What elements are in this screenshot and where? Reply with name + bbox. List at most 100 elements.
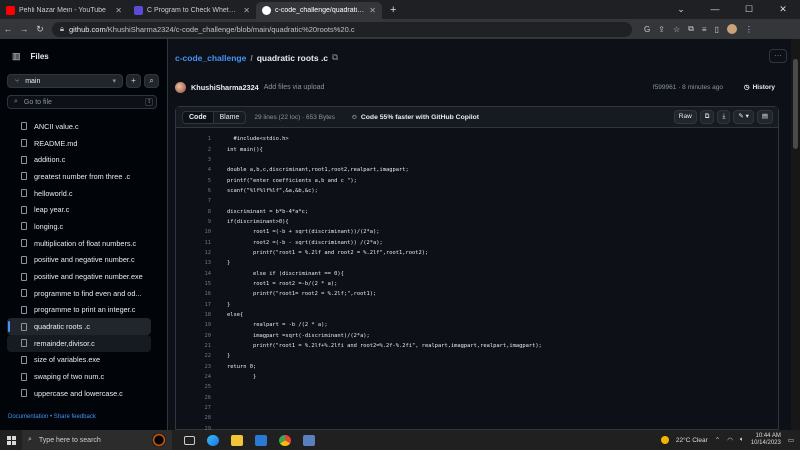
close-window-icon[interactable]: ✕ bbox=[766, 0, 800, 19]
volume-icon[interactable]: 🔈︎ bbox=[740, 436, 744, 444]
line-number[interactable]: 13 bbox=[176, 260, 212, 266]
line-number[interactable]: 7 bbox=[176, 198, 211, 204]
browser-tab-youtube[interactable]: Pehli Nazar Mein - YouTube ✕ bbox=[0, 2, 128, 19]
line-number[interactable]: 22 bbox=[176, 353, 212, 359]
file-tree-item[interactable]: addition.c bbox=[7, 151, 151, 168]
symbols-panel-icon[interactable]: ▤ bbox=[756, 110, 773, 124]
file-tree-item[interactable]: README.md bbox=[7, 135, 151, 152]
reload-icon[interactable]: ↻ bbox=[32, 24, 48, 35]
minimize-icon[interactable]: — bbox=[698, 0, 732, 19]
line-number[interactable]: 27 bbox=[176, 405, 212, 411]
line-number[interactable]: 5 bbox=[176, 178, 211, 184]
line-number[interactable]: 19 bbox=[176, 322, 212, 328]
file-tree-item[interactable]: ANCII value.c bbox=[7, 118, 151, 135]
star-icon[interactable]: ☆ bbox=[673, 25, 680, 34]
profile-avatar-icon[interactable] bbox=[726, 24, 737, 34]
browser-tab-c-program[interactable]: C Program to Check Whether a ✕ bbox=[128, 2, 256, 19]
task-view-icon[interactable] bbox=[184, 435, 195, 445]
tab-blame[interactable]: Blame bbox=[214, 112, 246, 123]
google-icon[interactable]: G bbox=[644, 25, 650, 34]
line-number[interactable]: 17 bbox=[176, 302, 212, 308]
file-tree-item[interactable]: positive and negative number.exe bbox=[7, 268, 151, 285]
file-tree-item[interactable]: quadratic roots .c bbox=[7, 318, 151, 335]
branch-selector[interactable]: ⑂ main ▾ bbox=[7, 74, 123, 88]
line-number[interactable]: 14 bbox=[176, 271, 212, 277]
breadcrumb-repo-link[interactable]: c-code_challenge bbox=[175, 53, 246, 63]
line-number[interactable]: 6 bbox=[176, 188, 211, 194]
file-tree-item[interactable]: swaping of two num.c bbox=[7, 368, 151, 385]
go-to-file-input[interactable]: ⌕ Go to file t bbox=[7, 95, 157, 109]
maximize-icon[interactable]: ☐ bbox=[732, 0, 766, 19]
chevron-up-icon[interactable]: ⌃ bbox=[715, 436, 720, 444]
share-feedback-link[interactable]: Share feedback bbox=[54, 414, 96, 420]
commit-message[interactable]: Add files via upload bbox=[264, 84, 325, 91]
start-button[interactable] bbox=[0, 435, 22, 445]
file-tree-item[interactable]: positive and negative number.c bbox=[7, 252, 151, 269]
line-number[interactable]: 9 bbox=[176, 219, 211, 225]
browser-menu-icon[interactable]: ⋮ bbox=[745, 25, 753, 34]
chevron-down-icon[interactable]: ⌄ bbox=[664, 0, 698, 19]
network-icon[interactable]: ◠ bbox=[727, 436, 733, 444]
extension-icon[interactable]: ⧉ bbox=[688, 24, 694, 34]
raw-button[interactable]: Raw bbox=[673, 110, 697, 124]
reading-list-icon[interactable]: ≡ bbox=[702, 25, 707, 34]
line-number[interactable]: 1 bbox=[176, 136, 211, 142]
taskbar-search[interactable]: ⌕ Type here to search bbox=[22, 430, 172, 450]
new-tab-button[interactable]: + bbox=[382, 2, 404, 19]
more-options-button[interactable]: ··· bbox=[769, 49, 787, 63]
mail-icon[interactable] bbox=[255, 434, 267, 446]
sidebar-collapse-icon[interactable]: ▥ bbox=[12, 51, 21, 62]
file-tree-item[interactable]: helloworld.c bbox=[7, 185, 151, 202]
search-button[interactable]: ⌕ bbox=[144, 74, 159, 88]
weather-text[interactable]: 22°C Clear bbox=[676, 437, 708, 444]
file-tree-item[interactable]: greatest number from three .c bbox=[7, 168, 151, 185]
line-number[interactable]: 18 bbox=[176, 312, 212, 318]
back-arrow-icon[interactable]: ← bbox=[0, 24, 16, 34]
documentation-link[interactable]: Documentation bbox=[8, 414, 48, 420]
line-number[interactable]: 11 bbox=[176, 240, 212, 246]
add-file-button[interactable]: + bbox=[126, 74, 141, 88]
line-number[interactable]: 21 bbox=[176, 343, 212, 349]
line-number[interactable]: 4 bbox=[176, 167, 211, 173]
line-number[interactable]: 2 bbox=[176, 147, 211, 153]
file-tree-item[interactable]: programme to print an integer.c bbox=[7, 302, 151, 319]
file-tree-item[interactable]: size of variables.exe bbox=[7, 352, 151, 369]
file-tree-item[interactable]: leap year.c bbox=[7, 201, 151, 218]
commit-author[interactable]: KhushiSharma2324 bbox=[191, 83, 259, 92]
line-number[interactable]: 28 bbox=[176, 415, 212, 421]
history-button[interactable]: ◷ History bbox=[744, 83, 775, 92]
share-icon[interactable]: ⇪ bbox=[658, 25, 665, 34]
edge-icon[interactable] bbox=[207, 434, 219, 446]
file-tree-item[interactable]: multiplication of float numbers.c bbox=[7, 235, 151, 252]
close-tab-icon[interactable]: ✕ bbox=[243, 6, 250, 15]
clock[interactable]: 10:44 AM 10/14/2023 bbox=[751, 433, 781, 447]
weather-icon[interactable] bbox=[660, 436, 669, 444]
notifications-icon[interactable]: ▭ bbox=[788, 436, 794, 444]
browser-tab-github[interactable]: c-code_challenge/quadratic roo ✕ bbox=[256, 2, 382, 19]
sidebar-icon[interactable]: ▯ bbox=[715, 25, 719, 34]
page-scrollbar[interactable] bbox=[791, 39, 800, 430]
copy-path-icon[interactable]: ⧉ bbox=[332, 52, 338, 63]
devcpp-icon[interactable] bbox=[303, 434, 315, 446]
file-tree-item[interactable]: uppercase and lowercase.c bbox=[7, 385, 151, 402]
line-number[interactable]: 8 bbox=[176, 209, 211, 215]
file-tree-item[interactable]: longing.c bbox=[7, 218, 151, 235]
forward-arrow-icon[interactable]: → bbox=[16, 24, 32, 34]
chrome-icon[interactable] bbox=[279, 434, 291, 446]
edit-icon[interactable]: ✎ ▾ bbox=[733, 110, 754, 124]
line-number[interactable]: 10 bbox=[176, 229, 212, 235]
close-tab-icon[interactable]: ✕ bbox=[369, 6, 376, 15]
line-number[interactable]: 26 bbox=[176, 395, 212, 401]
line-number[interactable]: 12 bbox=[176, 250, 212, 256]
file-explorer-icon[interactable] bbox=[231, 434, 243, 446]
file-tree-item[interactable]: remainder,divisor.c bbox=[7, 334, 151, 352]
close-tab-icon[interactable]: ✕ bbox=[115, 6, 122, 15]
line-number[interactable]: 24 bbox=[176, 374, 212, 380]
download-icon[interactable]: ⤓ bbox=[717, 110, 731, 124]
line-number[interactable]: 3 bbox=[176, 157, 211, 163]
copy-raw-icon[interactable]: ⧉ bbox=[699, 110, 715, 124]
line-number[interactable]: 15 bbox=[176, 281, 212, 287]
scrollbar-thumb[interactable] bbox=[793, 59, 798, 149]
line-number[interactable]: 16 bbox=[176, 291, 212, 297]
file-tree-item[interactable]: programme to find even and od... bbox=[7, 285, 151, 302]
